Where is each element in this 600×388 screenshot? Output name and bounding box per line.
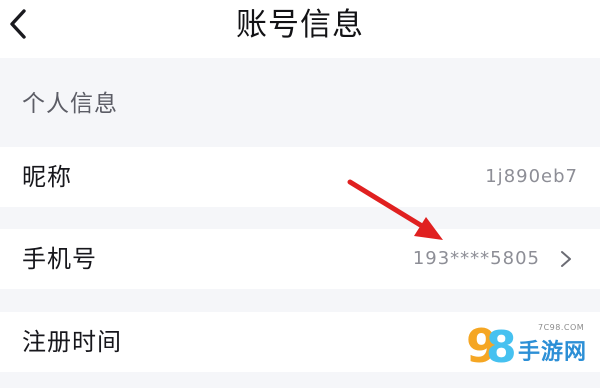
chevron-right-icon	[561, 251, 571, 267]
nickname-label: 昵称	[22, 163, 72, 191]
watermark-digit-eight: 8	[486, 322, 517, 373]
section-label-personal-info: 个人信息	[22, 91, 118, 117]
page-title: 账号信息	[236, 7, 364, 43]
nickname-value: 1j890eb7	[485, 166, 578, 187]
watermark-logo: 9 8 7C98.COM 手游网	[466, 318, 594, 380]
row-nickname[interactable]: 昵称 1j890eb7	[0, 147, 600, 207]
row-phone[interactable]: 手机号 193****5805	[0, 229, 600, 289]
phone-label: 手机号	[22, 245, 97, 273]
header-bar: 账号信息	[0, 0, 600, 58]
watermark-site-name: 手游网	[518, 340, 588, 365]
red-arrow-icon	[347, 179, 443, 240]
register-time-label: 注册时间	[22, 328, 122, 356]
watermark-domain: 7C98.COM	[538, 323, 585, 332]
